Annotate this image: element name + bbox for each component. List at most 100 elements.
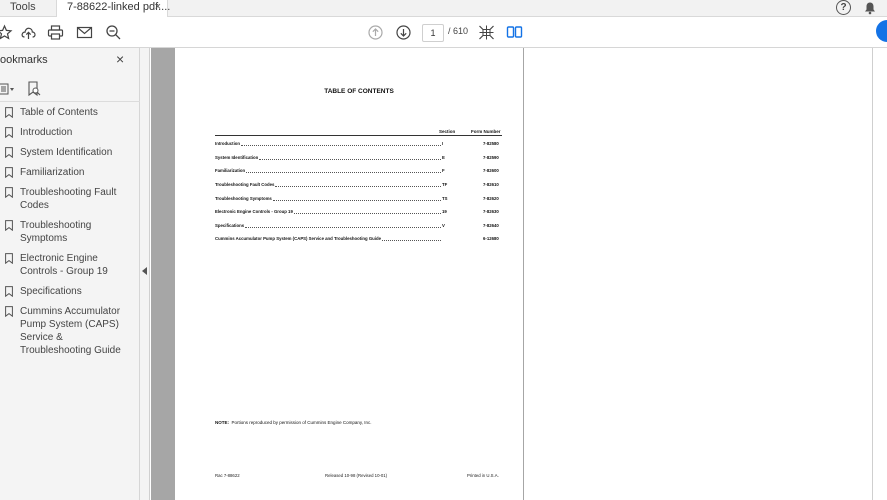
toc-row[interactable]: Electronic Engine Controls - Group 19 19 7…	[215, 209, 502, 216]
toc-row[interactable]: Introduction I 7-82580	[215, 141, 502, 148]
toc-row[interactable]: Specifications V 7-82640	[215, 223, 502, 230]
bookmark-label: System Identification	[20, 147, 113, 158]
panel-splitter[interactable]	[140, 48, 150, 500]
note-label: NOTE:	[215, 420, 229, 425]
print-icon[interactable]	[47, 24, 64, 41]
toc-entry-form: 7-82580	[483, 141, 499, 146]
toc-entry-section: V	[442, 223, 445, 228]
bookmark-icon	[5, 253, 13, 264]
bell-icon[interactable]	[863, 1, 877, 15]
toc-entry-name: Cummins Accumulator Pump System (CAPS) S…	[215, 236, 382, 241]
bookmark-item[interactable]: System Identification	[0, 146, 140, 159]
toc-entry-section: E	[442, 155, 445, 160]
close-tab-icon[interactable]: ×	[155, 1, 161, 13]
toc-entry-name: Troubleshooting Symptoms	[215, 196, 272, 201]
bookmark-item[interactable]: Cummins Accumulator Pump System (CAPS) S…	[0, 305, 140, 357]
bookmark-icon	[5, 220, 13, 231]
page-total: / 610	[448, 26, 469, 36]
bookmark-item[interactable]: Introduction	[0, 126, 140, 139]
footer-right: Printed in U.S.A.	[467, 473, 499, 478]
bookmark-icon	[5, 147, 13, 158]
toc-row[interactable]: System Identification E 7-82590	[215, 155, 502, 162]
options-menu-icon[interactable]	[0, 82, 16, 96]
toc-entry-name: Electronic Engine Controls - Group 19	[215, 209, 293, 214]
two-page-icon[interactable]	[506, 24, 523, 41]
star-icon[interactable]	[0, 24, 13, 41]
bookmark-label: Familiarization	[20, 167, 85, 178]
toc-entry-form: 7-82620	[483, 196, 499, 201]
collapse-arrow-icon[interactable]	[142, 267, 147, 275]
bookmark-icon	[5, 187, 13, 198]
bookmark-icon	[5, 107, 13, 118]
toc-entry-section: TF	[442, 182, 448, 187]
toc-entry-form: 7-82640	[483, 223, 499, 228]
toc-leader-dots	[275, 186, 441, 187]
footer-left: Rac 7-88622	[215, 473, 240, 478]
toc-leader-dots	[259, 159, 441, 160]
toc-row[interactable]: Cummins Accumulator Pump System (CAPS) S…	[215, 236, 502, 243]
upload-icon[interactable]	[20, 24, 37, 41]
toc-row[interactable]: Troubleshooting Fault Codes TF 7-82610	[215, 182, 502, 189]
tab-tools-label: Tools	[10, 1, 36, 13]
bookmark-icon	[5, 306, 13, 317]
toc-leader-dots	[382, 240, 441, 241]
bookmark-label: Troubleshooting Fault Codes	[20, 187, 117, 211]
toc-entry-name: Specifications	[215, 223, 245, 228]
toc-section-header: Section	[439, 129, 456, 134]
bookmark-label: Introduction	[20, 127, 73, 138]
bookmark-label: Table of Contents	[20, 107, 98, 118]
bookmark-item[interactable]: Electronic Engine Controls - Group 19	[0, 252, 140, 278]
toc-entry-section: I	[442, 141, 444, 146]
toc-leader-dots	[241, 145, 441, 146]
footer-center: Released 10-98 (Revised 10-01)	[325, 473, 388, 478]
toc-entry-name: Familiarization	[215, 168, 246, 173]
right-side-panel	[872, 48, 887, 500]
bookmark-item[interactable]: Table of Contents	[0, 106, 140, 119]
tab-tools[interactable]: Tools	[0, 0, 56, 17]
pdf-page-1: TABLE OF CONTENTS Section Form Number In…	[175, 48, 523, 500]
tab-document[interactable]: 7-88622-linked pdf.... ×	[56, 0, 170, 17]
bookmark-label: Specifications	[20, 286, 82, 297]
toc-title: TABLE OF CONTENTS	[324, 88, 394, 95]
toc-row[interactable]: Familiarization F 7-82600	[215, 168, 502, 175]
toc-entry-name: Troubleshooting Fault Codes	[215, 182, 275, 187]
toc-header: Section Form Number	[215, 128, 502, 136]
bookmark-search-icon[interactable]	[27, 81, 41, 97]
bookmark-item[interactable]: Troubleshooting Symptoms	[0, 219, 140, 245]
email-icon[interactable]	[76, 24, 93, 41]
toc-entry-form: 7-82590	[483, 155, 499, 160]
help-icon[interactable]: ?	[836, 0, 851, 15]
bookmark-icon	[5, 167, 13, 178]
pdf-page-2	[524, 48, 872, 500]
current-page-input[interactable]: 1	[422, 24, 444, 42]
toc-leader-dots	[273, 200, 441, 201]
bookmark-item[interactable]: Familiarization	[0, 166, 140, 179]
bookmarks-title: ookmarks	[0, 54, 48, 66]
toc-row[interactable]: Troubleshooting Symptoms TS 7-82620	[215, 196, 502, 203]
toc-entry-form: 7-82610	[483, 182, 499, 187]
bookmarks-panel: ookmarks × Table of Contents Introduction…	[0, 48, 140, 500]
toc-form-header: Form Number	[471, 129, 501, 134]
toc-entry-section: F	[442, 168, 445, 173]
page-down-icon[interactable]	[395, 24, 412, 41]
tab-bar: Tools 7-88622-linked pdf.... × ?	[0, 0, 887, 17]
toc-entry-section: TS	[442, 196, 448, 201]
fit-page-icon[interactable]	[478, 24, 495, 41]
bookmark-item[interactable]: Specifications	[0, 285, 140, 298]
document-viewport[interactable]: TABLE OF CONTENTS Section Form Number In…	[151, 48, 887, 500]
bookmark-icon	[5, 127, 13, 138]
zoom-out-icon[interactable]	[105, 24, 122, 41]
bookmark-label: Electronic Engine Controls - Group 19	[20, 253, 108, 277]
bookmark-list: Table of Contents Introduction System Iden…	[0, 106, 140, 364]
close-panel-icon[interactable]: ×	[116, 51, 124, 67]
toc-entry-form: 7-82600	[483, 168, 499, 173]
toc-entry-name: Introduction	[215, 141, 241, 146]
bookmark-item[interactable]: Troubleshooting Fault Codes	[0, 186, 140, 212]
toc-leader-dots	[245, 227, 441, 228]
bookmark-label: Troubleshooting Symptoms	[20, 220, 92, 244]
bookmark-label: Cummins Accumulator Pump System (CAPS) S…	[20, 306, 121, 356]
toc-leader-dots	[294, 213, 441, 214]
note-text: Portions reproduced by permission of Cum…	[231, 420, 372, 425]
page-up-icon[interactable]	[367, 24, 384, 41]
toc-leader-dots	[246, 172, 441, 173]
